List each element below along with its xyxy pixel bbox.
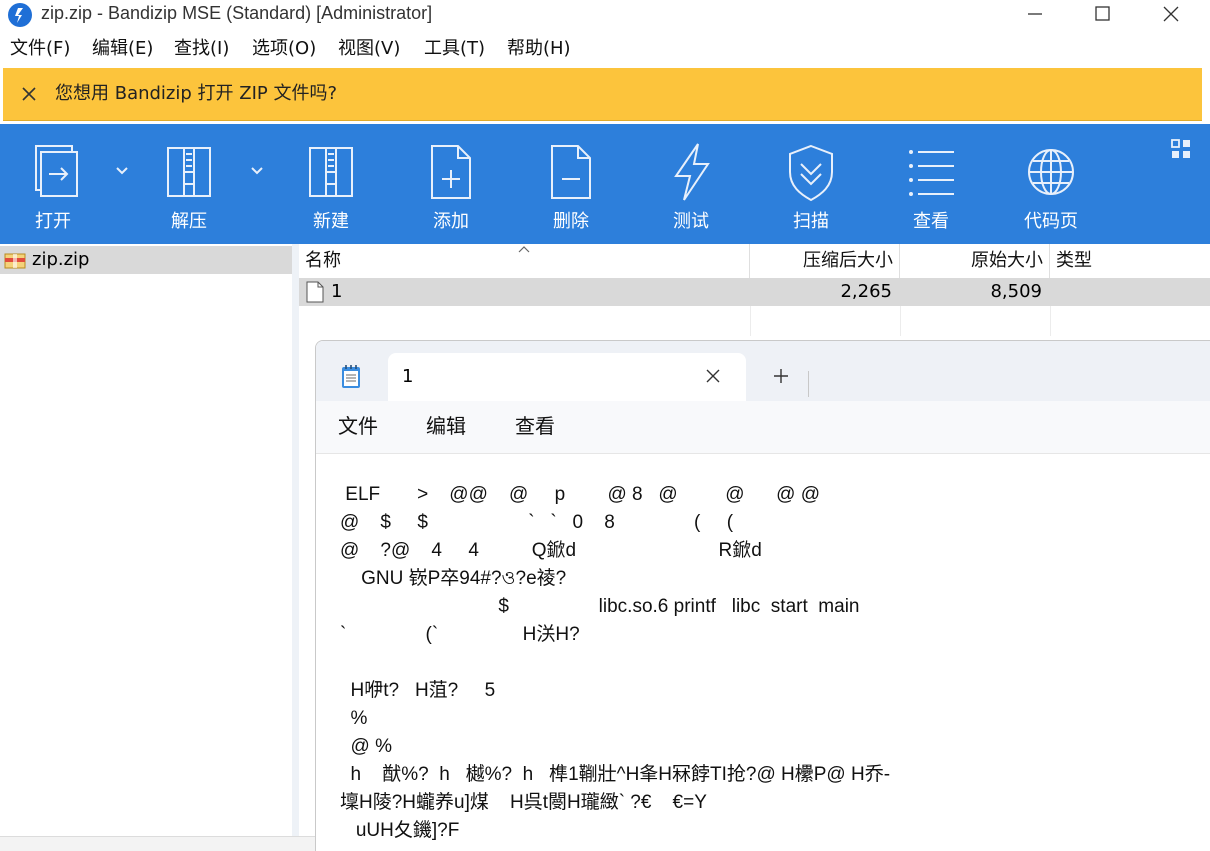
open-dropdown-chevron-icon[interactable] (114, 164, 130, 176)
column-header-original[interactable]: 原始大小 (900, 244, 1050, 278)
menu-find[interactable]: 查找(I) (174, 38, 229, 60)
extract-button[interactable]: 解压 (134, 124, 244, 244)
delete-label: 删除 (516, 210, 626, 234)
folder-tree: zip.zip (0, 244, 292, 850)
new-archive-icon (306, 142, 356, 202)
cell-name: 1 (331, 278, 731, 306)
scan-label: 扫描 (756, 210, 866, 234)
column-divider (1050, 306, 1051, 336)
column-divider (750, 306, 751, 336)
association-infobar: 您想用 Bandizip 打开 ZIP 文件吗? (3, 68, 1202, 121)
notepad-tab[interactable]: 1 (388, 353, 746, 401)
new-archive-label: 新建 (276, 210, 386, 234)
app-logo-icon (8, 3, 32, 27)
delete-button[interactable]: 删除 (516, 124, 626, 244)
add-button[interactable]: 添加 (396, 124, 506, 244)
window-title: zip.zip - Bandizip MSE (Standard) [Admin… (41, 2, 432, 24)
cell-original-size: 8,509 (900, 278, 1050, 306)
test-button[interactable]: 测试 (636, 124, 746, 244)
extract-label: 解压 (134, 210, 244, 234)
text-line:    $ libc.so.6 printf libc start main (340, 593, 860, 621)
text-line: `  (`  H浂H? (340, 621, 580, 649)
extract-dropdown-chevron-icon[interactable] (249, 164, 265, 176)
column-header-type[interactable]: 类型 (1050, 244, 1210, 278)
extract-icon (164, 142, 214, 202)
table-row[interactable]: 1 2,265 8,509 (299, 278, 1210, 306)
open-icon (30, 142, 80, 202)
text-line: uUH夂鐖]?F (340, 817, 459, 845)
notepad-menu-view[interactable]: 查看 (515, 413, 555, 439)
menu-bar: 文件(F) 编辑(E) 查找(I) 选项(O) 视图(V) 工具(T) 帮助(H… (0, 32, 1210, 66)
tree-item-label: zip.zip (32, 249, 89, 271)
minimize-button[interactable] (1000, 0, 1070, 28)
view-label: 查看 (876, 210, 986, 234)
layout-icon[interactable] (1170, 138, 1192, 160)
tab-close-icon[interactable] (704, 367, 722, 385)
file-icon (306, 281, 324, 303)
menu-options[interactable]: 选项(O) (252, 38, 316, 60)
text-line: @ $ $    ` ` 0 8   ( ( (340, 509, 733, 537)
tab-separator (808, 371, 809, 397)
text-line: @ ?@ 4 4  Q鍁d  R鍁d  (340, 537, 772, 565)
close-icon (1161, 4, 1181, 24)
notepad-icon (340, 363, 362, 389)
delete-icon (546, 142, 596, 202)
menu-edit[interactable]: 编辑(E) (92, 38, 153, 60)
new-tab-plus-icon[interactable] (772, 367, 790, 385)
text-line: % (340, 705, 367, 733)
tree-item-root[interactable]: zip.zip (0, 246, 292, 274)
view-icon (906, 142, 956, 202)
notepad-menu-edit[interactable]: 编辑 (426, 413, 466, 439)
cell-compressed-size: 2,265 (750, 278, 900, 306)
notepad-text-area[interactable]: ELF  >  @@ @ p @ 8 @     @ @ … (340, 481, 1210, 851)
toolbar: 打开 解压 新建 添加 删除 测试 扫描 查看 代码页 (0, 124, 1210, 244)
view-button[interactable]: 查看 (876, 124, 986, 244)
notepad-menu-file[interactable]: 文件 (338, 413, 378, 439)
menu-tools[interactable]: 工具(T) (424, 38, 485, 60)
new-archive-button[interactable]: 新建 (276, 124, 386, 244)
text-line: @ % (340, 733, 392, 761)
test-icon (666, 142, 716, 202)
infobar-close-icon[interactable] (19, 84, 39, 104)
text-line: 壈H陵?H蠬养u]煤 H呉t閿H瓏緻` ?€ €=Y (340, 789, 707, 817)
notepad-window: 1 文件 编辑 查看 ELF  >  @@ @ p @ 8 @ … (315, 340, 1210, 851)
notepad-tab-bar: 1 (316, 341, 1210, 401)
zip-file-icon (4, 253, 26, 269)
maximize-icon (1092, 4, 1112, 24)
codepage-button[interactable]: 代码页 (996, 124, 1106, 244)
text-line:   GNU 嵚P卒94#?ও?e祾?   (340, 565, 587, 593)
scan-icon (786, 142, 836, 202)
open-button[interactable]: 打开 (0, 124, 110, 244)
pane-splitter[interactable] (292, 244, 299, 850)
text-line: ELF  >  @@ @ p @ 8 @     @ @ … (340, 481, 820, 509)
scan-button[interactable]: 扫描 (756, 124, 866, 244)
menu-help[interactable]: 帮助(H) (507, 38, 571, 60)
cell-type (1050, 278, 1210, 306)
text-line: h 猷%? h 樾%? h 榫1鞩壯^H夆H冧餑TI抢… (340, 761, 890, 789)
close-button[interactable] (1136, 0, 1206, 28)
test-label: 测试 (636, 210, 746, 234)
add-label: 添加 (396, 210, 506, 234)
column-divider (900, 306, 901, 336)
maximize-button[interactable] (1067, 0, 1137, 28)
add-icon (426, 142, 476, 202)
menu-file[interactable]: 文件(F) (10, 38, 70, 60)
codepage-label: 代码页 (996, 210, 1106, 234)
text-line: H咿t? H菹? 5 (340, 677, 495, 705)
open-label: 打开 (0, 210, 108, 234)
sort-ascending-icon (517, 244, 531, 254)
menu-view[interactable]: 视图(V) (338, 38, 400, 60)
column-header-compressed[interactable]: 压缩后大小 (750, 244, 900, 278)
title-bar: zip.zip - Bandizip MSE (Standard) [Admin… (0, 0, 1210, 32)
minimize-icon (1025, 4, 1045, 24)
codepage-icon (1026, 142, 1076, 202)
infobar-message[interactable]: 您想用 Bandizip 打开 ZIP 文件吗? (55, 82, 337, 106)
status-bar (0, 836, 315, 851)
notepad-tab-title: 1 (402, 365, 413, 389)
notepad-menu-bar: 文件 编辑 查看 (316, 401, 1210, 454)
